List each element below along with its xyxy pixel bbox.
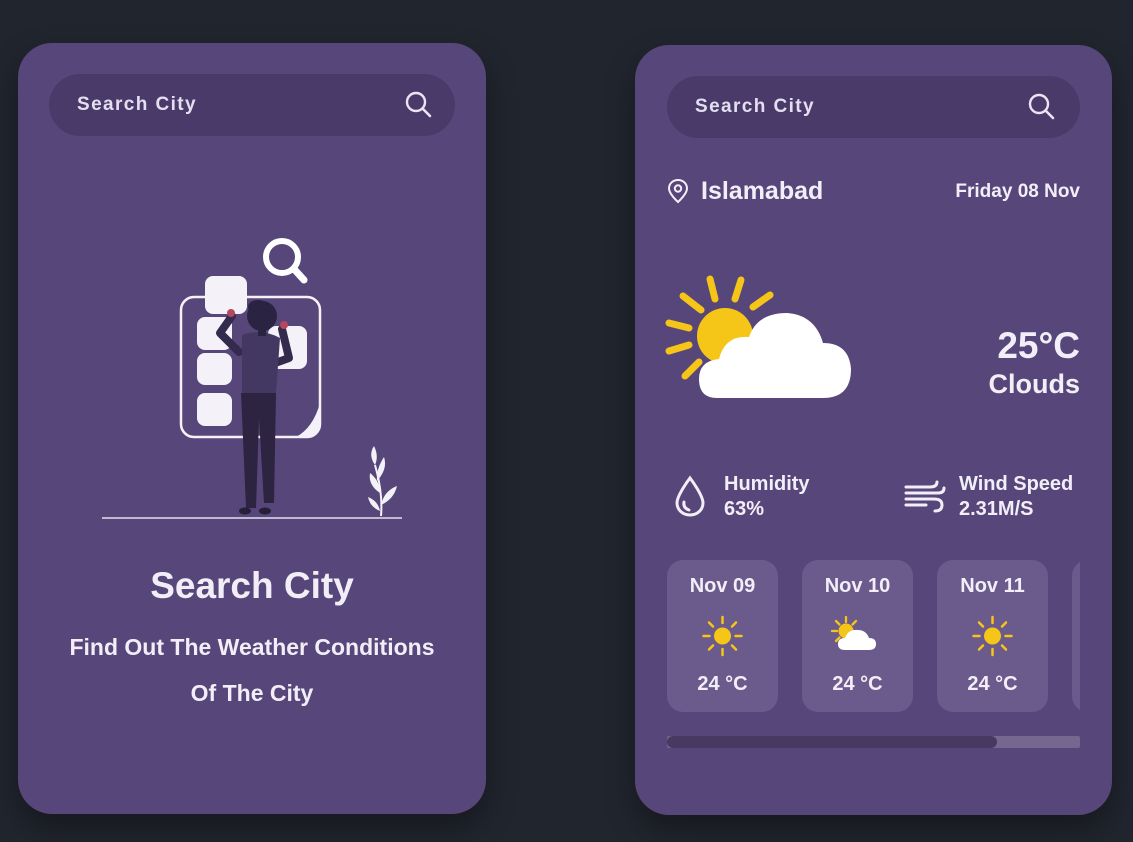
current-temperature: 25°C xyxy=(997,325,1080,366)
forecast-card: Nov 11 24 °C xyxy=(937,560,1048,712)
empty-state-subtitle-line-2: Of The City xyxy=(190,680,314,706)
search-input[interactable] xyxy=(77,74,367,136)
forecast-temperature: 24 °C xyxy=(832,673,883,695)
current-date: Friday 08 Nov xyxy=(955,181,1080,202)
sun-icon xyxy=(972,615,1013,657)
forecast-date: Nov 10 xyxy=(824,575,891,597)
search-illustration xyxy=(102,238,402,519)
humidity-value: 63% xyxy=(724,498,765,520)
forecast-card: Nov 09 24 °C xyxy=(667,560,778,712)
search-prompt-card: Search City Find Out The Weather Conditi… xyxy=(18,43,486,814)
wind-icon xyxy=(904,480,946,513)
search-bar xyxy=(49,74,455,136)
wind-speed-label: Wind Speed xyxy=(959,473,1074,495)
search-bar xyxy=(667,76,1080,138)
forecast-scrollbar[interactable] xyxy=(667,736,1080,748)
search-icon[interactable] xyxy=(403,89,435,121)
humidity-label: Humidity xyxy=(724,473,810,495)
forecast-temperature: 24 °C xyxy=(697,673,748,695)
humidity-drop-icon xyxy=(675,475,705,517)
location-pin-icon xyxy=(667,178,689,204)
forecast-strip[interactable]: Nov 09 24 °C Nov 10 24 °C Nov 11 24 °C xyxy=(667,560,1080,712)
empty-state-title: Search City xyxy=(150,565,354,606)
forecast-card-partial xyxy=(1072,560,1080,712)
city-name: Islamabad xyxy=(701,177,824,205)
forecast-temperature: 24 °C xyxy=(967,673,1018,695)
search-icon[interactable] xyxy=(1026,91,1058,123)
forecast-card: Nov 10 24 °C xyxy=(802,560,913,712)
partly-cloudy-icon xyxy=(830,615,876,650)
search-input[interactable] xyxy=(695,76,985,138)
current-condition: Clouds xyxy=(988,369,1081,399)
weather-card: Islamabad Friday 08 Nov 25°C Clouds Humi… xyxy=(635,45,1112,815)
forecast-date: Nov 09 xyxy=(689,575,756,597)
sun-icon xyxy=(702,615,743,657)
sun-behind-cloud-icon xyxy=(665,275,851,398)
empty-state-subtitle-line-1: Find Out The Weather Conditions xyxy=(69,634,435,660)
empty-state-subtitle: Find Out The Weather Conditions Of The C… xyxy=(38,624,466,716)
forecast-scrollbar-thumb[interactable] xyxy=(667,736,998,748)
wind-speed-value: 2.31M/S xyxy=(959,498,1034,520)
forecast-date: Nov 11 xyxy=(960,575,1025,597)
